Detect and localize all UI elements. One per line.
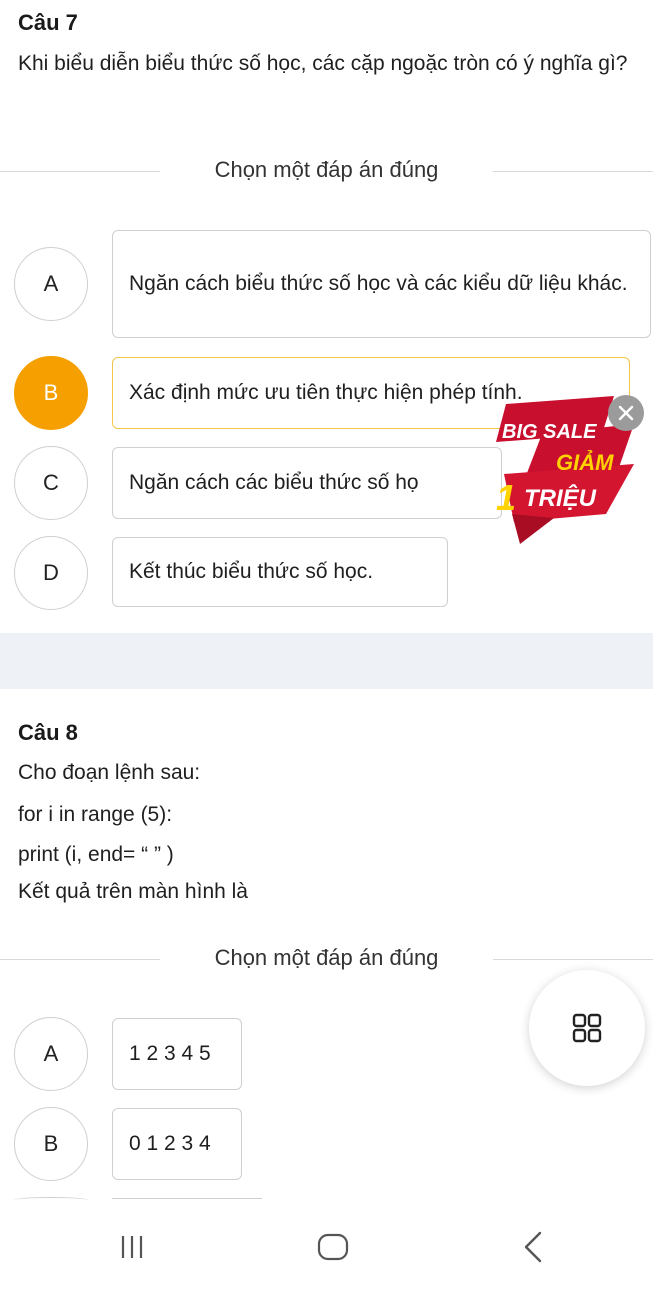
- grid-icon: [572, 1013, 602, 1043]
- option-c-circle[interactable]: C: [14, 446, 88, 520]
- option-a-answer[interactable]: Ngăn cách biểu thức số học và các kiểu d…: [112, 230, 651, 338]
- q8-option-b-circle[interactable]: B: [14, 1107, 88, 1181]
- q8-option-b-answer[interactable]: 0 1 2 3 4: [112, 1108, 242, 1180]
- ad-big-sale-text: BIG SALE: [502, 421, 597, 443]
- option-a-text: Ngăn cách biểu thức số học và các kiểu d…: [129, 272, 628, 295]
- option-a-circle[interactable]: A: [14, 247, 88, 321]
- instruction-divider-8: Chọn một đáp án đúng: [0, 945, 653, 975]
- ad-banner-tail: [512, 514, 554, 544]
- close-icon: [618, 405, 634, 421]
- ad-trieu-text: TRIỆU: [524, 484, 597, 512]
- home-icon[interactable]: [316, 1232, 350, 1262]
- back-icon[interactable]: [520, 1230, 546, 1264]
- ad-giam-text: GIẢM: [556, 450, 614, 475]
- instruction-divider-7: Chọn một đáp án đúng: [0, 157, 653, 187]
- option-c-text: Ngăn cách các biểu thức số họ: [129, 471, 419, 494]
- question-8-line-3: print (i, end= “ ” ): [18, 843, 174, 866]
- question-7-text: Khi biểu diễn biểu thức số học, các cặp …: [18, 52, 628, 75]
- q8-option-a-answer[interactable]: 1 2 3 4 5: [112, 1018, 242, 1090]
- option-d-answer[interactable]: Kết thúc biểu thức số học.: [112, 537, 448, 607]
- ad-number-text: 1: [496, 477, 516, 518]
- instruction-label-8: Chọn một đáp án đúng: [188, 945, 465, 970]
- question-7-title: Câu 7: [18, 10, 78, 35]
- ad-close-button[interactable]: [608, 395, 644, 431]
- question-8-line-1: Cho đoạn lệnh sau:: [18, 761, 201, 784]
- question-8-line-4: Kết quả trên màn hình là: [18, 880, 248, 903]
- option-c-answer[interactable]: Ngăn cách các biểu thức số họ: [112, 447, 502, 519]
- q8-option-a-circle[interactable]: A: [14, 1017, 88, 1091]
- option-b-circle[interactable]: B: [14, 356, 88, 430]
- question-grid-button[interactable]: [529, 970, 645, 1086]
- option-d-circle[interactable]: D: [14, 536, 88, 610]
- system-navigation-bar: [0, 1200, 653, 1292]
- recent-apps-icon[interactable]: [118, 1232, 148, 1262]
- option-b-text: Xác định mức ưu tiên thực hiện phép tính…: [129, 381, 523, 404]
- option-d-text: Kết thúc biểu thức số học.: [129, 560, 374, 583]
- q8-option-b-text: 0 1 2 3 4: [129, 1132, 211, 1155]
- question-8-line-2: for i in range (5):: [18, 803, 173, 826]
- instruction-label-7: Chọn một đáp án đúng: [188, 157, 465, 182]
- question-8-title: Câu 8: [18, 720, 78, 745]
- q8-option-a-text: 1 2 3 4 5: [129, 1042, 211, 1065]
- question-separator: [0, 633, 653, 689]
